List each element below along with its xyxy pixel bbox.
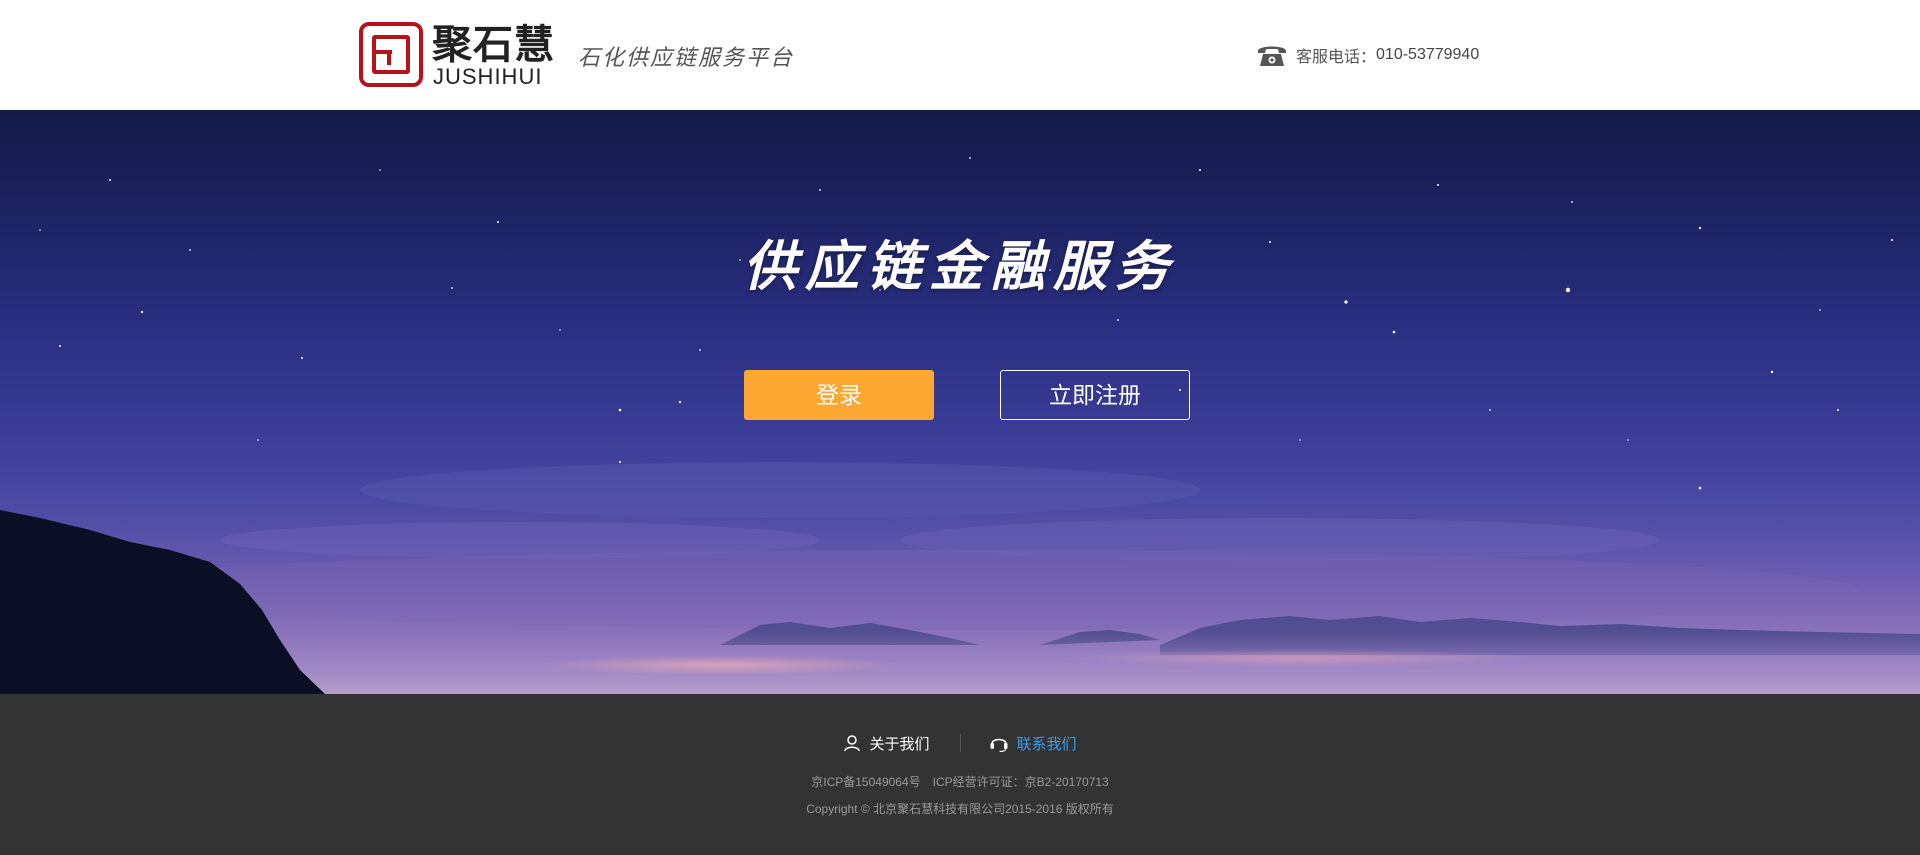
logo[interactable]: 聚石慧 JUSHIHUI [359, 21, 554, 89]
headset-icon [990, 738, 1007, 752]
footer-nav: 关于我们 联系我们 [0, 732, 1920, 754]
logo-chinese-name: 聚石慧 [432, 23, 555, 67]
hero-banner: 供应链金融服务 登录 立即注册 [0, 110, 1920, 694]
phone-label: 客服电话： [1296, 49, 1377, 66]
customer-service-phone: 客服电话： 010-53779940 [1256, 41, 1479, 69]
logo-mark-icon [359, 22, 423, 87]
phone-number: 010-53779940 [1376, 46, 1480, 63]
icp-record: 京ICP备15049064号 [811, 775, 921, 789]
telephone-icon [1258, 46, 1286, 66]
about-us-link[interactable]: 关于我们 [843, 733, 930, 754]
register-button[interactable]: 立即注册 [1000, 370, 1190, 420]
platform-slogan: 石化供应链服务平台 [578, 46, 795, 71]
user-icon [844, 735, 861, 752]
icp-license: ICP经营许可证：京B2-20170713 [932, 775, 1109, 789]
banner-title: 供应链金融服务 [743, 234, 1177, 298]
night-sky-background [0, 157, 1920, 694]
about-us-label: 关于我们 [869, 735, 930, 753]
copyright-text: Copyright © 北京聚石慧科技有限公司2015-2016 版权所有 [806, 802, 1114, 816]
logo-english-name: JUSHIHUI [433, 64, 543, 89]
contact-us-link[interactable]: 联系我们 [989, 733, 1077, 754]
site-header: 聚石慧 JUSHIHUI 石化供应链服务平台 客服电话： 010-5377994… [0, 0, 1920, 110]
contact-us-label: 联系我们 [1016, 735, 1077, 753]
site-footer: 关于我们 联系我们 京ICP备15049064号 ICP经营许可证：京B2-201… [0, 694, 1920, 855]
footer-divider [959, 734, 961, 752]
icp-info: 京ICP备15049064号 ICP经营许可证：京B2-20170713 [0, 773, 1920, 790]
login-button[interactable]: 登录 [744, 370, 934, 420]
